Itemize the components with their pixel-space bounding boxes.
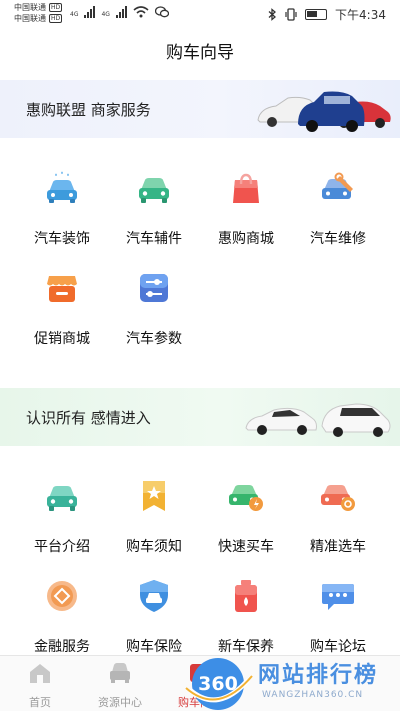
carrier-info: 中国联通 HD 中国联通 HD bbox=[14, 2, 63, 24]
bluetooth-icon bbox=[268, 8, 277, 21]
nav-label: 资源中心 bbox=[98, 696, 142, 709]
grid-item-platform-intro[interactable]: 平台介绍 bbox=[16, 478, 108, 556]
grid-item-hui-mall[interactable]: 惠购商城 bbox=[200, 170, 292, 248]
grid-item-finance[interactable]: 金融服务 bbox=[16, 578, 108, 656]
hd-badge: HD bbox=[49, 3, 63, 12]
sliders-icon bbox=[140, 274, 168, 302]
grid-item-buying-notes[interactable]: 购车须知 bbox=[108, 478, 200, 556]
status-time: 下午4:34 bbox=[335, 8, 386, 22]
grid-item-label: 汽车装饰 bbox=[34, 231, 90, 247]
cars-illustration bbox=[257, 91, 391, 132]
grid-item-precise-select[interactable]: 精准选车 bbox=[292, 478, 384, 556]
grid-item-label: 购车论坛 bbox=[310, 639, 366, 655]
wifi-icon bbox=[133, 6, 149, 18]
watermark: 360 网站排行榜 WANGZHAN360.CN bbox=[182, 654, 400, 711]
grid-item-promo-mall[interactable]: 促销商城 bbox=[16, 270, 108, 348]
grid-item-label: 平台介绍 bbox=[34, 539, 90, 555]
grid-item-label: 促销商城 bbox=[34, 331, 90, 347]
grid-item-label: 快速买车 bbox=[218, 539, 274, 555]
wechat-icon bbox=[154, 6, 169, 18]
status-right: 下午4:34 bbox=[268, 6, 386, 23]
star-badge-icon bbox=[143, 481, 165, 511]
banner-intro[interactable]: 认识所有 感情进入 bbox=[0, 388, 400, 446]
watermark-sub: WANGZHAN360.CN bbox=[262, 690, 364, 700]
coin-icon bbox=[47, 581, 77, 611]
network-type: 4G bbox=[70, 11, 79, 18]
watermark-logo: 360 bbox=[185, 658, 253, 710]
grid-item-label: 购车须知 bbox=[126, 539, 182, 555]
watermark-badge: 360 bbox=[198, 673, 238, 695]
white-cars-illustration bbox=[245, 403, 391, 437]
home-icon bbox=[30, 664, 50, 683]
oil-can-icon bbox=[235, 580, 257, 612]
grid-item-label: 购车保险 bbox=[126, 639, 182, 655]
nav-label: 首页 bbox=[29, 696, 51, 709]
car-icon bbox=[47, 486, 77, 511]
shield-icon bbox=[140, 580, 168, 612]
grid-item-label: 汽车辅件 bbox=[126, 231, 182, 247]
grid-item-quick-buy[interactable]: 快速买车 bbox=[200, 478, 292, 556]
grid-item-new-car-care[interactable]: 新车保养 bbox=[200, 578, 292, 656]
banner-text: 认识所有 感情进入 bbox=[26, 409, 151, 427]
banner-merchant-services[interactable]: 惠购联盟 商家服务 bbox=[0, 80, 400, 138]
battery-icon bbox=[305, 9, 328, 20]
grid-item-label: 精准选车 bbox=[310, 539, 366, 555]
watermark-text: 网站排行榜 bbox=[258, 663, 379, 688]
grid-item-label: 金融服务 bbox=[34, 639, 90, 655]
banner-text: 惠购联盟 商家服务 bbox=[26, 101, 151, 119]
nav-item-resource-center[interactable]: 资源中心 bbox=[80, 662, 160, 710]
carrier-name: 中国联通 bbox=[14, 3, 46, 12]
hd-badge: HD bbox=[49, 14, 63, 23]
car-icon bbox=[139, 178, 169, 203]
car-select-icon bbox=[321, 485, 355, 511]
vibrate-icon bbox=[285, 8, 297, 21]
page-title: 购车向导 bbox=[166, 43, 234, 63]
car-wash-icon bbox=[47, 171, 77, 203]
grid-item-label: 汽车维修 bbox=[310, 231, 366, 247]
signal-icon bbox=[84, 6, 96, 18]
grid-item-forum[interactable]: 购车论坛 bbox=[292, 578, 384, 656]
signal-indicators: 4G 4G bbox=[70, 6, 169, 18]
grid-item-label: 汽车参数 bbox=[126, 331, 182, 347]
grid-item-car-accessories[interactable]: 汽车辅件 bbox=[108, 170, 200, 248]
status-bar: 中国联通 HD 中国联通 HD 4G 4G 下午4:34 bbox=[0, 0, 400, 28]
signal-icon bbox=[115, 6, 127, 18]
grid-item-car-decoration[interactable]: 汽车装饰 bbox=[16, 170, 108, 248]
fast-car-icon bbox=[229, 485, 263, 511]
shopping-bag-icon bbox=[233, 173, 259, 203]
carrier-name: 中国联通 bbox=[14, 14, 46, 23]
chat-icon bbox=[322, 584, 354, 610]
nav-item-home[interactable]: 首页 bbox=[0, 662, 80, 710]
car-repair-icon bbox=[322, 172, 353, 199]
network-type: 4G bbox=[101, 11, 110, 18]
grid-item-label: 惠购商城 bbox=[218, 231, 274, 247]
grid-item-insurance[interactable]: 购车保险 bbox=[108, 578, 200, 656]
grid-item-car-params[interactable]: 汽车参数 bbox=[108, 270, 200, 348]
grid-item-label: 新车保养 bbox=[218, 639, 274, 655]
grid-item-car-repair[interactable]: 汽车维修 bbox=[292, 170, 384, 248]
promo-store-icon bbox=[47, 276, 77, 302]
car-front-icon bbox=[110, 663, 130, 683]
